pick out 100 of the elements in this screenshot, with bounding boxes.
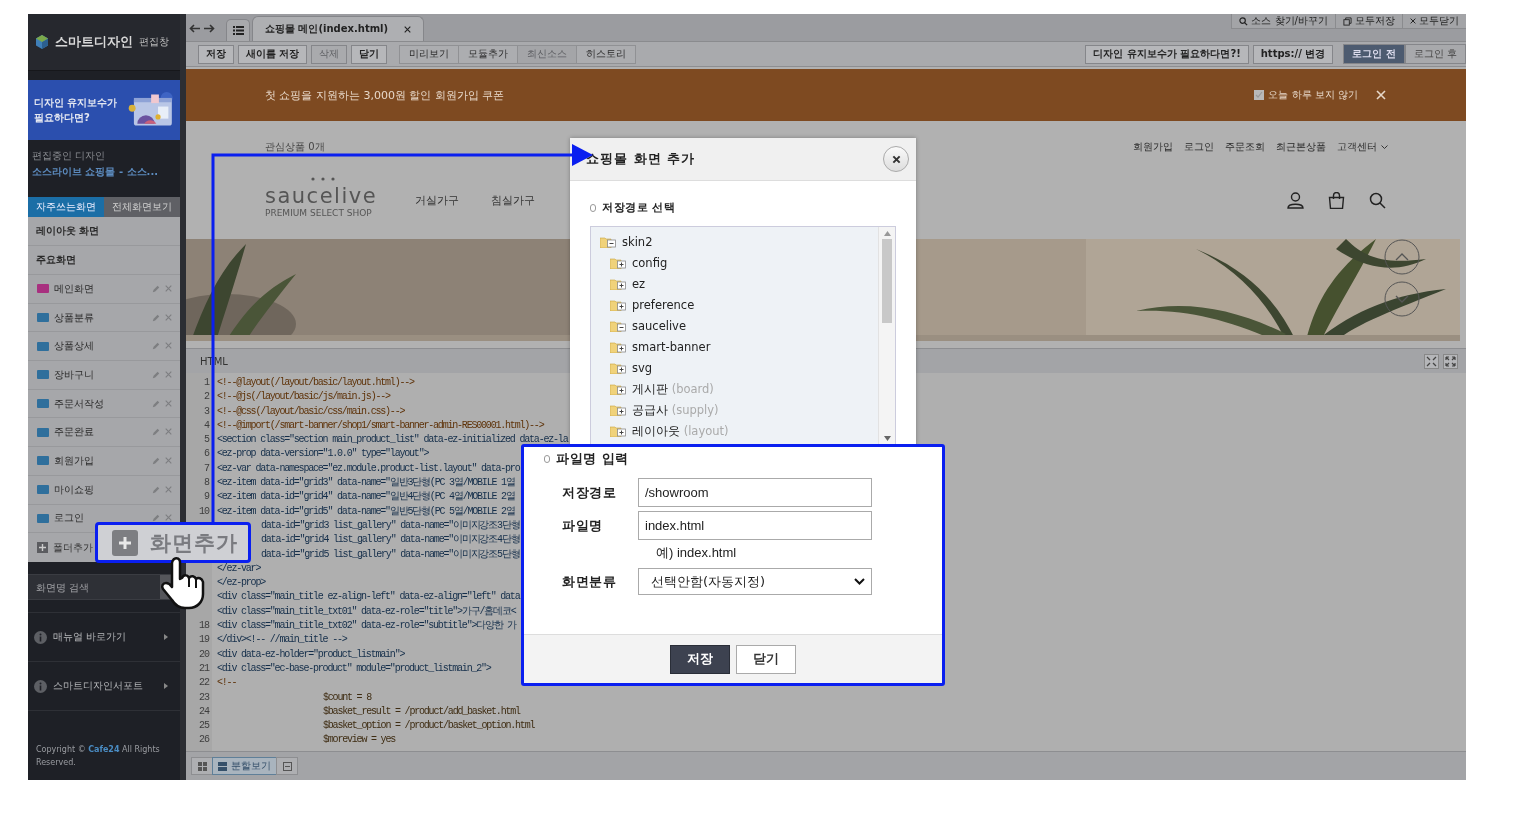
promo-banner[interactable]: 디자인 유지보수가 필요하다면? [28, 80, 180, 140]
section-heading[interactable]: 레이아웃 화면 [28, 217, 180, 246]
scroll-down-arrow-icon[interactable] [883, 436, 891, 441]
screen-item[interactable]: 회원가입 [54, 453, 147, 468]
screen-item[interactable]: 주문완료 [54, 425, 147, 440]
screen-item[interactable]: 장바구니 [54, 367, 147, 382]
folder-name[interactable]: saucelive [632, 318, 686, 333]
code-line: data-id="grid5 list_gallery" data-name="이미지강조5단형 [261, 548, 520, 560]
close-icon [1410, 18, 1416, 24]
panel-icon [282, 761, 292, 771]
checkbox-label[interactable]: 오늘 하루 보지 않기 [1268, 88, 1358, 102]
file-button[interactable]: 새이름 저장 [238, 44, 308, 64]
top-link[interactable]: 주문조회 [1225, 140, 1265, 154]
top-link[interactable]: 로그인 [1184, 140, 1214, 154]
scroll-up-button[interactable] [1384, 239, 1420, 275]
menu-link[interactable]: 매뉴얼 바로가기 [53, 630, 158, 645]
folder-name[interactable]: 레이아웃 (layout) [632, 423, 729, 439]
top-link[interactable]: 회원가입 [1133, 140, 1173, 154]
folder-plus-icon[interactable] [610, 425, 627, 438]
folder-minus-icon[interactable] [600, 235, 617, 248]
folder-name[interactable]: ez [632, 276, 646, 291]
folder-plus-icon[interactable] [610, 404, 627, 417]
scroll-down-button[interactable] [1384, 281, 1420, 317]
screen-item[interactable]: 마이쇼핑 [54, 482, 147, 497]
input-field[interactable]: /showroom [638, 478, 872, 507]
folder-plus-icon[interactable] [610, 256, 627, 269]
add-folder-link[interactable]: 폴더추가 [53, 540, 93, 555]
user-icon[interactable] [1287, 191, 1304, 209]
view-mode-button[interactable]: 분할보기 [212, 757, 277, 775]
dialog-button[interactable]: 닫기 [736, 644, 796, 674]
delete-icon [165, 456, 172, 464]
delete-icon [165, 485, 172, 493]
support-menu[interactable]: 고객센터 [1337, 140, 1388, 154]
bullet-icon [544, 455, 550, 463]
view-mode-button[interactable] [191, 757, 213, 775]
plus-icon[interactable] [37, 542, 48, 554]
screen-item[interactable]: 상품상세 [54, 339, 147, 354]
folder-plus-icon[interactable] [610, 341, 627, 353]
shop-logo[interactable]: saucelive [265, 183, 378, 208]
input-field[interactable]: index.html [638, 511, 872, 540]
scroll-up-arrow-icon[interactable] [883, 231, 891, 236]
folder-name[interactable]: preference [632, 297, 695, 312]
login-state-toggle[interactable]: 로그인 후 [1404, 44, 1466, 64]
sidebar-tab[interactable]: 전체화면보기 [104, 197, 180, 217]
code-line: </div><!-- //main_title --> [217, 634, 347, 646]
folder-name[interactable]: smart-banner [632, 340, 711, 354]
tool-button[interactable]: 모두닫기 [1402, 14, 1466, 29]
scroll-thumb[interactable] [882, 239, 892, 323]
expand-icon[interactable] [1443, 353, 1458, 369]
checkbox[interactable] [1254, 90, 1265, 100]
folder-name[interactable]: 게시판 (board) [632, 381, 714, 397]
back-arrow-icon[interactable] [189, 21, 201, 35]
folder-name[interactable]: skin2 [622, 234, 653, 249]
code-line: <div data-ez-holder="product_listmain"> [217, 648, 405, 660]
search-icon[interactable] [1369, 191, 1386, 209]
folder-plus-icon[interactable] [610, 383, 627, 396]
code-line: data-id="grid3 list_gallery" data-name="이미지강조3단형 [261, 519, 520, 531]
file-button[interactable]: 저장 [198, 44, 234, 64]
cube-icon [35, 35, 49, 49]
shopping-bag-icon[interactable] [1328, 191, 1345, 209]
screen-item[interactable]: 주문서작성 [54, 396, 147, 411]
file-tab[interactable]: 쇼핑몰 메인(index.html) [252, 16, 425, 41]
folder-name[interactable]: svg [632, 361, 653, 376]
folder-name[interactable]: config [632, 255, 668, 270]
top-link[interactable]: 최근본상품 [1276, 140, 1326, 154]
folder-plus-icon[interactable] [610, 298, 627, 311]
tool-button[interactable]: 모두저장 [1335, 14, 1402, 29]
category-link[interactable]: 침실가구 [491, 192, 536, 208]
menu-link[interactable]: 스마트디자인서포트 [53, 679, 158, 694]
category-link[interactable]: 거실가구 [415, 192, 460, 208]
toolbar-button[interactable]: 히스토리 [576, 44, 637, 64]
view-mode-button[interactable] [276, 757, 298, 775]
login-state-toggle[interactable]: 로그인 전 [1343, 44, 1405, 64]
scrollbar[interactable] [878, 227, 895, 444]
list-tab[interactable] [226, 19, 250, 41]
code-line: <ez-item data-id="grid3" data-name="일반3단형(PC 3열/MOBILE 1열 [217, 477, 515, 489]
screen-item[interactable]: 메인화면 [54, 281, 147, 296]
section-heading[interactable]: 주요화면 [28, 246, 180, 275]
dialog-button[interactable]: 저장 [670, 644, 730, 674]
wishlist-count[interactable]: 관심상품 0개 [265, 140, 325, 154]
file-button[interactable]: 닫기 [351, 44, 388, 64]
toolbar-button[interactable]: 미리보기 [399, 44, 460, 64]
app-subtitle: 편집창 [139, 35, 169, 49]
folder-name[interactable]: 공급사 (supply) [632, 402, 719, 418]
screen-item[interactable]: 상품분류 [54, 310, 147, 325]
category-select[interactable]: 선택안함(자동지정) [638, 568, 872, 595]
toolbar-button[interactable]: 모듈추가 [458, 44, 519, 64]
https-button[interactable]: https:// 변경 [1252, 44, 1334, 64]
folder-plus-icon[interactable] [610, 277, 627, 290]
pencil-icon[interactable] [152, 514, 160, 523]
forward-arrow-icon[interactable] [204, 21, 216, 35]
sidebar-tab[interactable]: 자주쓰는화면 [28, 197, 104, 217]
folder-minus-icon[interactable] [610, 319, 627, 332]
close-button[interactable] [883, 146, 909, 172]
promo-button[interactable]: 디자인 유지보수가 필요하다면?! [1085, 44, 1249, 64]
info-icon [34, 630, 47, 644]
folder-plus-icon[interactable] [610, 362, 627, 375]
tool-button[interactable]: 소스 찾기/바꾸기 [1231, 14, 1335, 29]
collapse-icon[interactable] [1424, 353, 1439, 369]
screen-search-field[interactable]: 화면명 검색 [28, 580, 160, 594]
